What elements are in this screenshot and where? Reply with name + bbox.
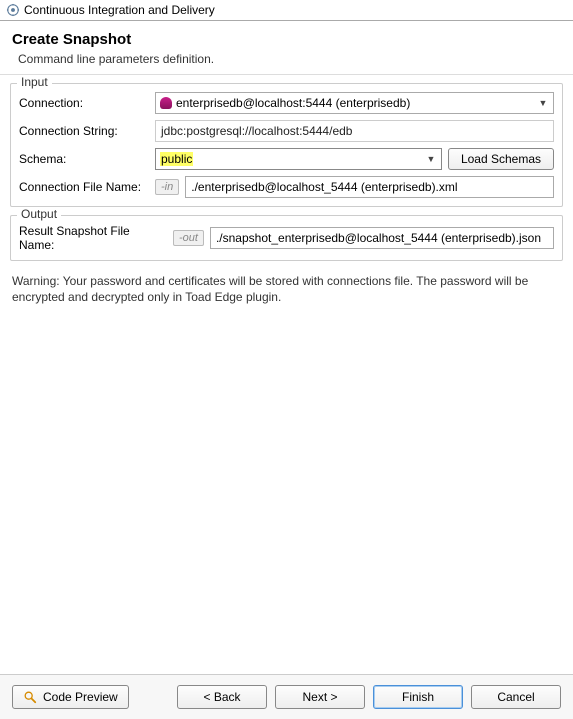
connection-file-input[interactable] <box>185 176 554 198</box>
magnifier-icon <box>23 690 37 704</box>
title-bar: Continuous Integration and Delivery <box>0 0 573 21</box>
connection-label: Connection: <box>19 96 149 110</box>
code-preview-label: Code Preview <box>43 690 118 704</box>
result-file-label: Result Snapshot File Name: <box>19 224 167 252</box>
connection-file-row: Connection File Name: -in <box>19 176 554 198</box>
cancel-button[interactable]: Cancel <box>471 685 561 709</box>
database-icon <box>160 97 172 109</box>
footer-bar: Code Preview < Back Next > Finish Cancel <box>0 674 573 719</box>
input-group: Input Connection: enterprisedb@localhost… <box>10 83 563 207</box>
page-subtitle: Command line parameters definition. <box>18 52 561 66</box>
connection-file-label: Connection File Name: <box>19 180 149 194</box>
connection-row: Connection: enterprisedb@localhost:5444 … <box>19 92 554 114</box>
connection-string-row: Connection String: jdbc:postgresql://loc… <box>19 120 554 142</box>
warning-text: Warning: Your password and certificates … <box>10 269 563 309</box>
window-title: Continuous Integration and Delivery <box>24 3 215 17</box>
chevron-down-icon: ▼ <box>535 98 551 108</box>
in-flag-chip: -in <box>155 179 179 195</box>
schema-dropdown[interactable]: public ▼ <box>155 148 442 170</box>
input-legend: Input <box>17 75 52 89</box>
connection-value: enterprisedb@localhost:5444 (enterprised… <box>176 96 410 110</box>
output-group: Output Result Snapshot File Name: -out <box>10 215 563 261</box>
finish-button[interactable]: Finish <box>373 685 463 709</box>
result-file-row: Result Snapshot File Name: -out <box>19 224 554 252</box>
result-file-input[interactable] <box>210 227 554 249</box>
schema-row: Schema: public ▼ Load Schemas <box>19 148 554 170</box>
content-area: Input Connection: enterprisedb@localhost… <box>0 75 573 674</box>
load-schemas-button[interactable]: Load Schemas <box>448 148 554 170</box>
page-header: Create Snapshot Command line parameters … <box>0 21 573 75</box>
page-title: Create Snapshot <box>12 31 561 48</box>
schema-label: Schema: <box>19 152 149 166</box>
out-flag-chip: -out <box>173 230 204 246</box>
connection-string-label: Connection String: <box>19 124 149 138</box>
back-button[interactable]: < Back <box>177 685 267 709</box>
code-preview-button[interactable]: Code Preview <box>12 685 129 709</box>
connection-string-value: jdbc:postgresql://localhost:5444/edb <box>155 120 554 142</box>
app-icon <box>6 3 20 17</box>
connection-dropdown[interactable]: enterprisedb@localhost:5444 (enterprised… <box>155 92 554 114</box>
schema-value: public <box>160 152 193 166</box>
output-legend: Output <box>17 207 61 221</box>
chevron-down-icon: ▼ <box>423 154 439 164</box>
next-button[interactable]: Next > <box>275 685 365 709</box>
